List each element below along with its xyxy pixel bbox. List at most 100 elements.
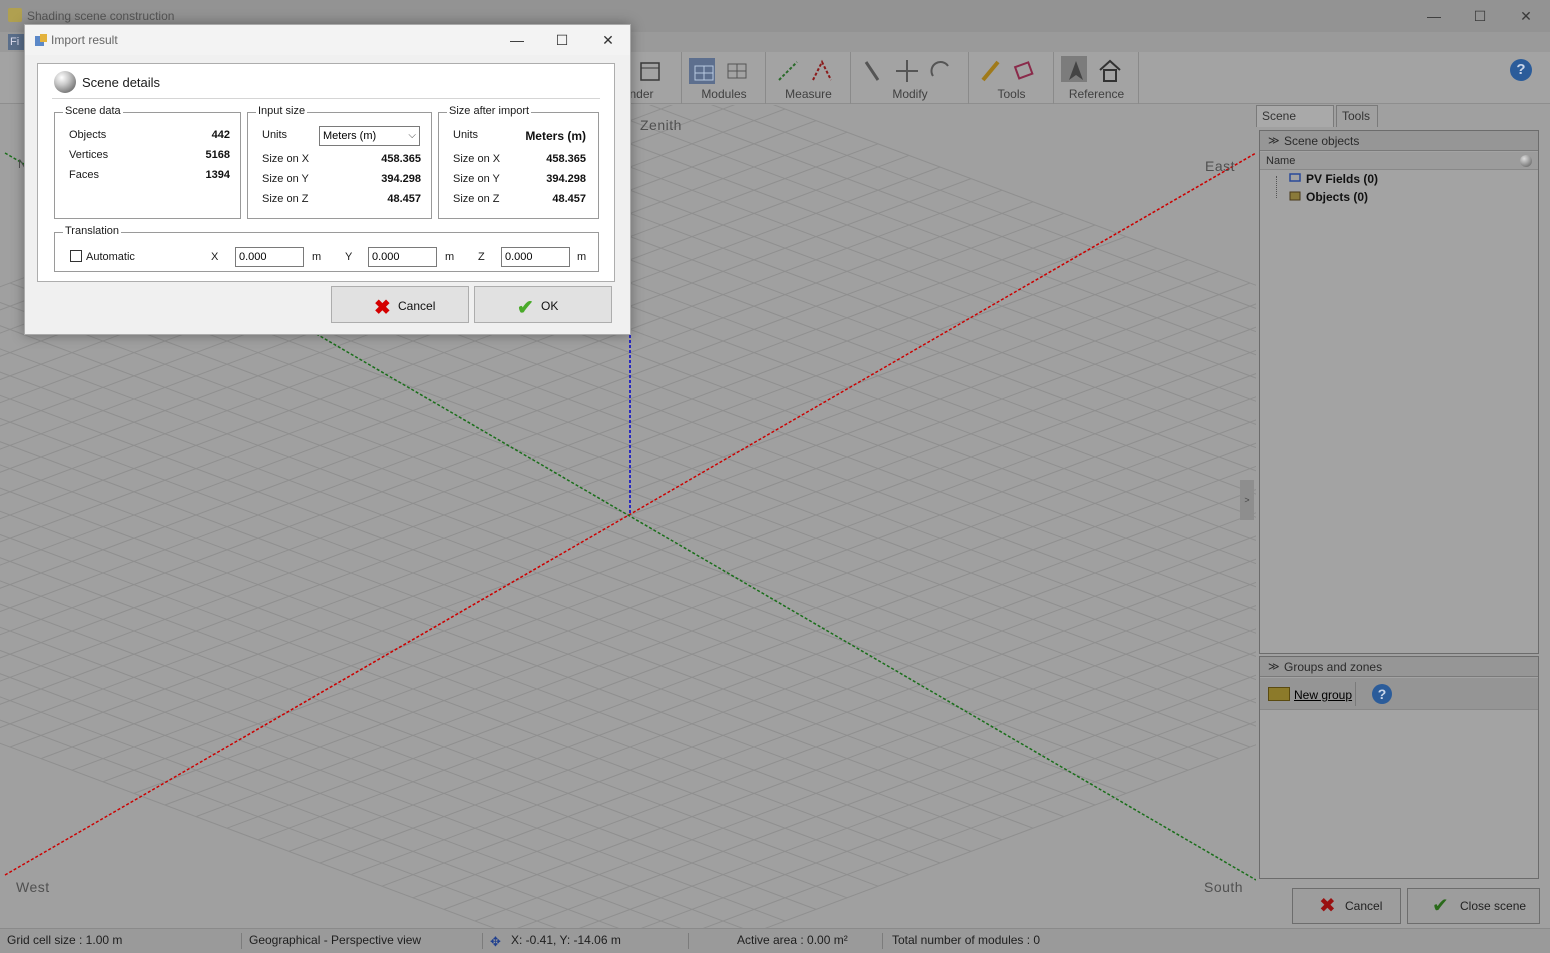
- wrench-icon: [864, 61, 880, 81]
- object-box-icon: [1289, 191, 1301, 201]
- scene-cancel-button[interactable]: ✖ Cancel: [1292, 888, 1401, 924]
- scene-objects-header[interactable]: ≫ Scene objects: [1260, 131, 1538, 151]
- translation-z-input[interactable]: [501, 247, 570, 267]
- building-reference-icon: [1099, 59, 1121, 82]
- status-separator: [241, 933, 242, 949]
- measure-angle-icon: [812, 59, 832, 81]
- toolbar-label-tools: Tools: [997, 87, 1026, 101]
- input-size-y-value: 394.298: [381, 173, 421, 185]
- grid-line: [102, 349, 1256, 783]
- grid-line: [226, 442, 1256, 829]
- automatic-checkbox[interactable]: [70, 250, 82, 262]
- dialog-minimize-icon[interactable]: —: [495, 28, 539, 52]
- groups-zones-header[interactable]: ≫ Groups and zones: [1260, 657, 1538, 677]
- dialog-app-icon: [35, 34, 47, 46]
- grid-line: [71, 326, 1256, 771]
- grid-line: [319, 512, 1256, 864]
- translation-y-input[interactable]: [368, 247, 437, 267]
- grid-line: [412, 581, 1256, 899]
- input-units-select[interactable]: Meters (m) ⌵: [319, 126, 420, 146]
- after-size-z-value: 48.457: [552, 193, 586, 205]
- new-group-label: New group: [1294, 688, 1353, 702]
- grid-line: [764, 744, 1256, 928]
- tab-tools[interactable]: Tools: [1336, 105, 1378, 127]
- grid-line: [0, 557, 879, 887]
- translation-z-unit: m: [577, 251, 587, 263]
- pv-field-icon: [1289, 173, 1301, 182]
- status-separator: [482, 933, 483, 949]
- after-size-x-label: Size on X: [453, 153, 501, 165]
- divider: [52, 98, 600, 99]
- grid-line: [257, 465, 1256, 841]
- faces-label: Faces: [69, 169, 99, 181]
- check-icon: ✔: [517, 297, 534, 319]
- input-units-value: Meters (m): [323, 130, 377, 142]
- translation-y-label: Y: [345, 251, 353, 263]
- dialog-body: Scene details Scene data Objects 442 Ver…: [37, 63, 615, 282]
- dialog-maximize-icon[interactable]: ☐: [540, 28, 584, 52]
- size-after-import-label: Size after import: [447, 105, 532, 117]
- dialog-close-icon[interactable]: ✕: [586, 28, 630, 52]
- after-units-value: Meters (m): [525, 129, 586, 143]
- translation-z-label: Z: [478, 251, 485, 263]
- status-separator: [882, 933, 883, 949]
- grid-line: [0, 603, 817, 910]
- status-bar: Grid cell size : 1.00 m Geographical - P…: [0, 928, 1550, 953]
- modules-view-icon: [727, 63, 747, 79]
- dialog-titlebar[interactable]: Import result — ☐ ✕: [25, 25, 630, 55]
- grid-line: [195, 419, 1256, 818]
- grid-line: [0, 580, 848, 899]
- maximize-icon[interactable]: ☐: [1458, 4, 1502, 28]
- grid-line: [443, 605, 1256, 910]
- close-scene-label: Close scene: [1460, 899, 1527, 913]
- grid-line: [710, 105, 1256, 309]
- after-size-y-value: 394.298: [546, 173, 586, 185]
- visibility-column-icon: [1520, 155, 1532, 167]
- close-icon[interactable]: ✕: [1504, 4, 1548, 28]
- collapse-chevron-icon: ≫: [1268, 661, 1280, 673]
- tree-connector: [1276, 176, 1277, 198]
- toolbar-group-tools[interactable]: Tools: [970, 52, 1054, 104]
- tree-item-objects[interactable]: Objects (0): [1306, 190, 1368, 204]
- minimize-icon[interactable]: —: [1412, 4, 1456, 28]
- grid-line: [702, 721, 1256, 928]
- main-window-title: Shading scene construction: [27, 9, 175, 23]
- scene-sphere-icon: [54, 71, 76, 93]
- tree-item-pv-fields[interactable]: PV Fields (0): [1306, 172, 1378, 186]
- new-group-button[interactable]: New group: [1264, 682, 1356, 706]
- toolbar-group-modules[interactable]: Modules: [683, 52, 766, 104]
- close-scene-button[interactable]: ✔ Close scene: [1407, 888, 1540, 924]
- scene-objects-panel: ≫ Scene objects Name PV Fields (0) Objec…: [1259, 130, 1539, 654]
- translation-x-input[interactable]: [235, 247, 304, 267]
- toolbar-group-measure[interactable]: Measure: [767, 52, 851, 104]
- name-column-label: Name: [1266, 155, 1296, 167]
- scene-details-title: Scene details: [82, 75, 161, 90]
- compass-east: East: [1205, 158, 1236, 174]
- eraser-icon: [1013, 61, 1034, 80]
- translation-group: Translation Automatic X m Y m Z m: [54, 225, 599, 272]
- groups-help-icon[interactable]: ?: [1372, 684, 1392, 704]
- dialog-cancel-button[interactable]: ✖ Cancel: [331, 286, 469, 323]
- grid-line: [0, 417, 1065, 818]
- grid-line: [133, 373, 1256, 794]
- toolbar-group-modify[interactable]: Modify: [852, 52, 969, 104]
- cancel-x-icon: ✖: [374, 297, 391, 319]
- toolbar-group-reference[interactable]: Reference: [1055, 52, 1139, 104]
- dialog-ok-label: OK: [541, 299, 559, 313]
- input-size-z-label: Size on Z: [262, 193, 309, 205]
- grid-line: [0, 533, 910, 876]
- app-icon: [8, 8, 22, 22]
- panel-collapse-handle[interactable]: >: [1240, 480, 1254, 520]
- translation-y-unit: m: [445, 251, 455, 263]
- dialog-ok-button[interactable]: ✔ OK: [474, 286, 612, 323]
- menu-file[interactable]: Fi: [8, 34, 24, 50]
- name-column-header[interactable]: Name: [1260, 152, 1538, 170]
- toolbar-label-modules: Modules: [701, 87, 747, 101]
- faces-value: 1394: [205, 169, 230, 181]
- main-help-icon[interactable]: ?: [1510, 59, 1532, 81]
- scene-objects-header-label: Scene objects: [1284, 134, 1360, 148]
- tab-scene-objects[interactable]: Scene objects: [1256, 105, 1334, 143]
- import-result-dialog: Import result — ☐ ✕ Scene details Scene …: [24, 24, 631, 335]
- input-size-group: Input size Units Meters (m) ⌵ Size on X …: [247, 105, 432, 219]
- after-size-z-label: Size on Z: [453, 193, 500, 205]
